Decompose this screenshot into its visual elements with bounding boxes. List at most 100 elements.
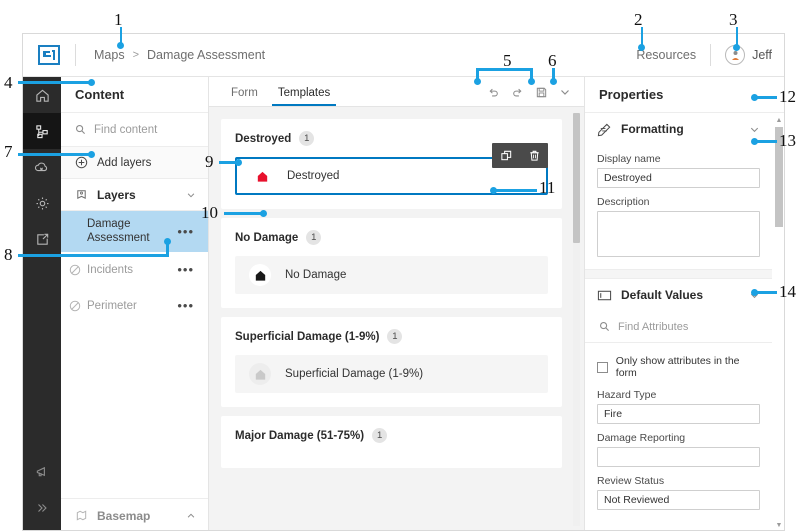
search-icon — [75, 124, 86, 135]
layer-item-damage-assessment[interactable]: Damage Assessment ••• — [61, 211, 208, 252]
review-status-label: Review Status — [597, 475, 760, 487]
find-attributes-input[interactable] — [618, 321, 738, 333]
center-toolbar — [482, 82, 584, 106]
properties-content: Formatting Display name Destroyed Descri… — [585, 113, 772, 531]
callout-number-10: 10 — [201, 203, 218, 223]
section-divider — [585, 269, 772, 279]
chevron-double-right-icon — [35, 501, 49, 515]
description-label: Description — [597, 196, 760, 208]
save-icon — [535, 86, 548, 99]
template-item-label: Destroyed — [287, 170, 339, 182]
default-values-section-header[interactable]: Default Values — [585, 279, 772, 311]
megaphone-icon — [35, 465, 50, 480]
formatting-section-body: Display name Destroyed Description — [585, 153, 772, 269]
rail-item-share[interactable] — [23, 221, 61, 257]
only-show-attributes-row[interactable]: Only show attributes in the form — [585, 343, 772, 381]
redo-icon — [511, 86, 524, 99]
rail-item-content[interactable] — [23, 113, 61, 149]
plus-circle-icon — [75, 156, 88, 169]
callout-line-11 — [492, 189, 537, 192]
redo-button[interactable] — [506, 82, 528, 102]
home-icon — [35, 88, 50, 103]
ellipsis-icon[interactable]: ••• — [177, 262, 200, 277]
formatting-section-header[interactable]: Formatting — [585, 113, 772, 145]
add-layers-button[interactable]: Add layers — [61, 147, 208, 179]
breadcrumb-current: Damage Assessment — [147, 48, 265, 62]
delete-button[interactable] — [520, 143, 548, 168]
basemap-section[interactable]: Basemap — [61, 498, 208, 531]
ellipsis-icon[interactable]: ••• — [177, 298, 200, 313]
chevron-down-icon — [559, 86, 571, 98]
chevron-down-icon[interactable] — [749, 124, 760, 135]
duplicate-button[interactable] — [492, 143, 520, 168]
find-content-input[interactable] — [94, 124, 186, 136]
user-name[interactable]: Jeff — [752, 48, 772, 62]
tab-form[interactable]: Form — [221, 87, 268, 106]
template-symbol — [249, 264, 271, 286]
callout-line-4 — [18, 81, 91, 84]
trash-icon — [528, 149, 541, 162]
topbar-divider-right — [710, 44, 711, 66]
callout-dot-10 — [260, 210, 267, 217]
undo-button[interactable] — [482, 82, 504, 102]
cloud-offline-icon — [34, 159, 50, 175]
find-attributes-row[interactable] — [585, 311, 772, 343]
default-values-fields: Hazard Type Fire Damage Reporting Review… — [585, 389, 772, 522]
callout-number-8: 8 — [4, 245, 13, 265]
ellipsis-icon[interactable]: ••• — [177, 224, 200, 239]
callout-number-7: 7 — [4, 142, 13, 162]
templates-list: Destroyed 1 Destroyed — [209, 107, 584, 531]
layer-item-incidents[interactable]: Incidents ••• — [61, 252, 208, 288]
template-item-no-damage[interactable]: No Damage — [235, 256, 548, 294]
center-panel: Form Templates — [209, 77, 584, 531]
chevron-down-icon[interactable] — [186, 190, 196, 200]
display-name-field[interactable]: Destroyed — [597, 168, 760, 188]
scroll-down-arrow-icon[interactable]: ▼ — [775, 520, 783, 530]
properties-panel: Properties Formatting Displ — [584, 77, 785, 531]
template-item-superficial-damage[interactable]: Superficial Damage (1-9%) — [235, 355, 548, 393]
content-panel-filler — [61, 324, 208, 498]
callout-line-8-h — [18, 254, 169, 257]
breadcrumb-root[interactable]: Maps — [94, 48, 125, 62]
house-symbol-icon — [253, 268, 268, 283]
template-group-major-damage: Major Damage (51-75%) 1 — [221, 416, 562, 468]
save-button[interactable] — [530, 82, 552, 102]
breadcrumb-separator-icon: > — [133, 49, 139, 61]
template-group-header: Major Damage (51-75%) 1 — [235, 428, 548, 443]
callout-dot-14 — [751, 289, 758, 296]
callout-dot-8 — [164, 238, 171, 245]
default-values-icon — [597, 288, 612, 303]
callout-dot-9 — [235, 159, 242, 166]
chevron-up-icon[interactable] — [186, 511, 196, 521]
scrollbar-thumb[interactable] — [573, 113, 580, 243]
only-show-attributes-label: Only show attributes in the form — [616, 355, 760, 379]
damage-reporting-field[interactable] — [597, 447, 760, 467]
rail-item-expand[interactable] — [23, 490, 61, 526]
disabled-ban-icon — [69, 264, 81, 276]
callout-dot-13 — [751, 138, 758, 145]
layer-item-perimeter[interactable]: Perimeter ••• — [61, 288, 208, 324]
callout-number-9: 9 — [205, 152, 214, 172]
top-bar: Maps > Damage Assessment Resources Jeff — [23, 34, 785, 77]
review-status-field[interactable]: Not Reviewed — [597, 490, 760, 510]
template-group-header: Superficial Damage (1-9%) 1 — [235, 329, 548, 344]
callout-dot-12 — [751, 94, 758, 101]
rail-item-announcements[interactable] — [23, 454, 61, 490]
scroll-up-arrow-icon[interactable]: ▲ — [775, 115, 783, 125]
more-options-button[interactable] — [554, 82, 576, 102]
description-field[interactable] — [597, 211, 760, 257]
layers-group-header[interactable]: Layers — [61, 179, 208, 211]
callout-line-7 — [18, 153, 91, 156]
templates-scrollbar[interactable] — [572, 113, 581, 526]
hazard-type-field[interactable]: Fire — [597, 404, 760, 424]
resources-link[interactable]: Resources — [622, 48, 710, 62]
find-content-row[interactable] — [61, 113, 208, 147]
tab-templates[interactable]: Templates — [268, 87, 340, 106]
properties-body: Formatting Display name Destroyed Descri… — [585, 113, 785, 531]
app-logo[interactable] — [23, 45, 75, 65]
callout-number-14: 14 — [779, 282, 796, 302]
properties-scrollbar[interactable]: ▲ ▼ — [773, 113, 785, 531]
basemap-label: Basemap — [97, 509, 150, 523]
rail-item-settings[interactable] — [23, 185, 61, 221]
only-show-attributes-checkbox[interactable] — [597, 362, 608, 373]
